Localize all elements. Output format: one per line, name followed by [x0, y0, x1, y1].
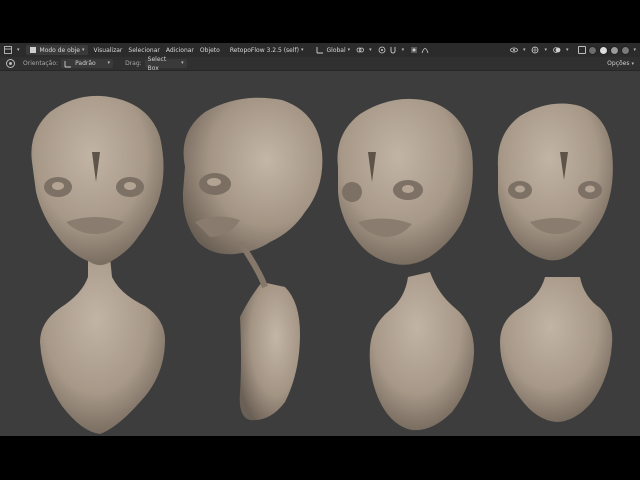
editor-type-icon — [4, 46, 12, 54]
chevron-down-icon: ▾ — [300, 47, 304, 53]
orientation-value: Padrão — [75, 60, 96, 67]
eye-icon — [510, 47, 518, 53]
snap-button[interactable]: ▾ — [378, 46, 405, 54]
orientation-axes-icon — [64, 60, 72, 67]
chevron-down-icon: ▾ — [544, 47, 547, 53]
chevron-down-icon[interactable]: ▾ — [633, 47, 636, 53]
alien-bust-front-right[interactable] — [497, 103, 613, 422]
pivot-point-button[interactable]: ▾ — [356, 46, 372, 54]
proportional-edit-button[interactable] — [410, 46, 432, 54]
chevron-down-icon: ▾ — [565, 47, 569, 53]
gizmo-button[interactable]: ▾ — [531, 46, 547, 54]
blender-window: ▾ Modo de obje ▾ Visualizar Selecionar A… — [0, 43, 640, 436]
alien-bust-three-quarter[interactable] — [337, 98, 475, 431]
mode-label: Modo de obje — [39, 46, 80, 54]
drag-dropdown[interactable]: Select Box ▾ — [144, 56, 187, 72]
alien-bust-front[interactable] — [31, 95, 166, 434]
viewport-header: ▾ Modo de obje ▾ Visualizar Selecionar A… — [0, 43, 640, 57]
letterbox-top — [0, 0, 640, 43]
chevron-down-icon: ▾ — [369, 47, 372, 53]
editor-type-button[interactable]: ▾ — [4, 46, 20, 54]
select-tool-icon[interactable] — [6, 59, 15, 68]
chevron-down-icon: ▾ — [401, 47, 405, 53]
falloff-curve-icon — [421, 48, 429, 54]
drag-value: Select Box — [147, 55, 167, 72]
chevron-down-icon: ▾ — [347, 47, 351, 53]
letterbox-bottom — [0, 436, 640, 480]
options-label: Opções — [607, 60, 630, 67]
chevron-down-icon: ▾ — [181, 60, 184, 66]
menu-view[interactable]: Visualizar — [94, 47, 123, 54]
object-mode-icon — [29, 47, 36, 53]
visibility-button[interactable]: ▾ — [510, 46, 526, 54]
menu-select[interactable]: Selecionar — [128, 47, 159, 54]
orientation-label: Orientação: — [23, 60, 59, 67]
wireframe-shading-icon[interactable] — [588, 45, 598, 55]
menu-add[interactable]: Adicionar — [166, 47, 194, 54]
solid-shading-icon[interactable] — [599, 45, 609, 55]
chevron-down-icon: ▾ — [522, 47, 526, 53]
options-dropdown[interactable]: Opções ▾ — [607, 60, 634, 67]
snap-icon — [378, 46, 386, 54]
drag-label: Drag: — [125, 60, 142, 67]
menu-object[interactable]: Objeto — [200, 47, 220, 54]
transform-orientation-label: Global — [326, 46, 346, 54]
retopoflow-menu[interactable]: RetopoFlow 3.2.5 (self) ▾ — [230, 47, 304, 54]
orientation-dropdown[interactable]: Padrão ▾ — [61, 59, 114, 68]
transform-orientation-dropdown[interactable]: Global ▾ — [316, 46, 351, 54]
orientation-axes-icon — [316, 47, 323, 54]
material-shading-icon[interactable] — [610, 45, 620, 55]
link-icon — [356, 47, 365, 53]
rendered-shading-icon[interactable] — [621, 45, 631, 55]
xray-toggle-icon[interactable] — [578, 46, 587, 54]
viewport-canvas[interactable] — [0, 72, 640, 436]
chevron-down-icon: ▾ — [107, 60, 111, 66]
alien-bust-side[interactable] — [182, 97, 323, 421]
gizmo-icon — [532, 46, 539, 54]
overlays-button[interactable]: ▾ — [553, 46, 569, 54]
chevron-down-icon: ▾ — [17, 47, 20, 53]
tool-settings-bar: Orientação: Padrão ▾ Drag: Select Box ▾ … — [0, 56, 640, 72]
chevron-down-icon: ▾ — [631, 60, 634, 67]
3d-viewport[interactable] — [0, 72, 640, 436]
mode-dropdown[interactable]: Modo de obje ▾ — [25, 45, 88, 55]
proportional-edit-icon — [411, 47, 418, 53]
chevron-down-icon: ▾ — [82, 47, 85, 53]
retopoflow-label: RetopoFlow 3.2.5 (self) — [229, 46, 299, 54]
magnet-icon — [390, 47, 396, 54]
overlays-icon — [553, 47, 561, 53]
